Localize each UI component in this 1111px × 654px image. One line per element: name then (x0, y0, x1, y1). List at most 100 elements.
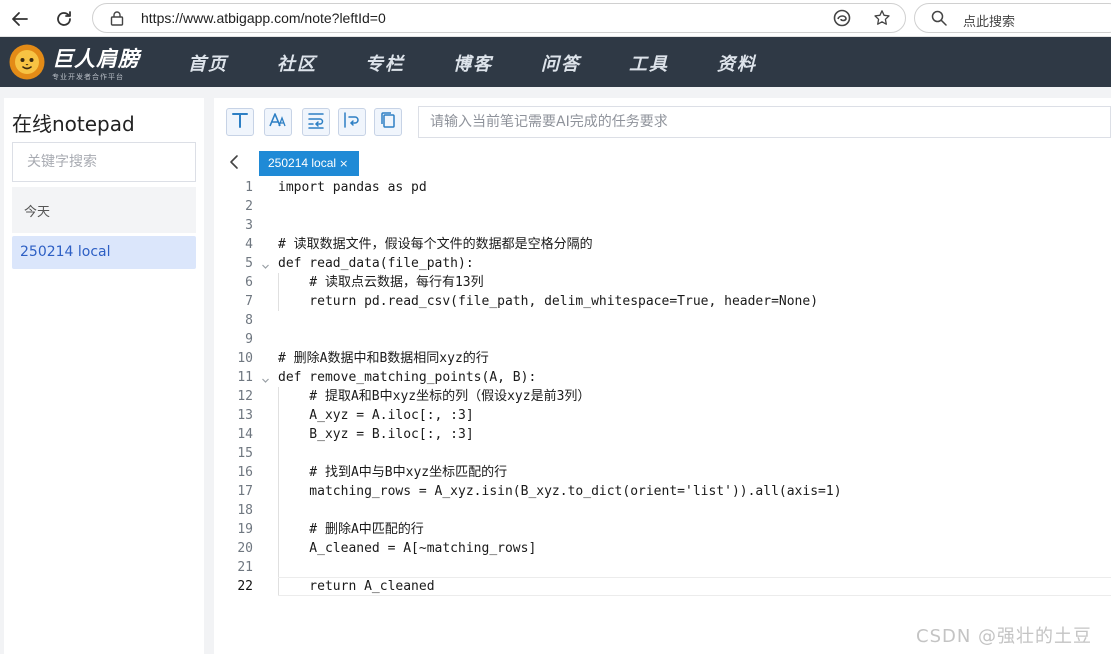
code-text: B_xyz = B.iloc[:, :3] (278, 427, 474, 442)
copy-icon (378, 110, 398, 134)
code-line[interactable]: 3 (214, 216, 1111, 235)
tab-note[interactable]: 250214 local × (259, 151, 359, 176)
logo-tagline: 专业开发者合作平台 (52, 73, 124, 81)
watermark: CSDN @强壮的土豆 (916, 626, 1093, 647)
code-text: A_xyz = A.iloc[:, :3] (278, 408, 474, 423)
nav-home[interactable]: 首页 (188, 50, 228, 76)
code-line[interactable]: 2 (214, 197, 1111, 216)
fold-chevron-icon[interactable] (261, 372, 270, 383)
code-line[interactable]: 20 A_cleaned = A[~matching_rows] (214, 539, 1111, 558)
code-line[interactable]: 13 A_xyz = A.iloc[:, :3] (214, 406, 1111, 425)
browser-toolbar: https://www.atbigapp.com/note?leftId=0 点… (0, 0, 1111, 37)
line-number: 4 (245, 237, 253, 252)
code-line[interactable]: 22 return A_cleaned (214, 577, 1111, 596)
chevron-left-icon[interactable] (226, 153, 242, 171)
line-number: 15 (237, 446, 253, 461)
code-text: def read_data(file_path): (278, 256, 474, 271)
text-format-button[interactable] (226, 108, 254, 136)
code-text: # 读取点云数据，每行有13列 (278, 275, 484, 290)
url-text[interactable]: https://www.atbigapp.com/note?leftId=0 (141, 10, 386, 26)
nav-resources[interactable]: 资料 (717, 50, 757, 76)
code-text: # 删除A数据中和B数据相同xyz的行 (278, 351, 489, 366)
line-number: 18 (237, 503, 253, 518)
line-number: 17 (237, 484, 253, 499)
note-item-selected[interactable]: 250214 local (12, 236, 196, 269)
code-editor[interactable]: 1 import pandas as pd 2 3 4 # 读取数据文件，假设每个文件的数… (214, 178, 1111, 608)
browser-search-box[interactable]: 点此搜索 (914, 3, 1111, 33)
site-logo[interactable]: 巨人肩膀 专业开发者合作平台 (8, 41, 148, 83)
sidebar-title: 在线notepad (12, 112, 135, 136)
code-line[interactable]: 6 # 读取点云数据，每行有13列 (214, 273, 1111, 292)
code-text: def remove_matching_points(A, B): (278, 370, 537, 385)
keyword-search-input[interactable] (12, 142, 196, 182)
line-number: 9 (245, 332, 253, 347)
code-line[interactable]: 19 # 删除A中匹配的行 (214, 520, 1111, 539)
code-line[interactable]: 18 (214, 501, 1111, 520)
copy-button[interactable] (374, 108, 402, 136)
logo-name: 巨人肩膀 (52, 47, 140, 71)
line-number: 19 (237, 522, 253, 537)
code-text: return A_cleaned (278, 579, 435, 594)
nav-columns[interactable]: 专栏 (365, 50, 405, 76)
line-number: 10 (237, 351, 253, 366)
line-number: 3 (245, 218, 253, 233)
line-number: 13 (237, 408, 253, 423)
code-line[interactable]: 17 matching_rows = A_xyz.isin(B_xyz.to_d… (214, 482, 1111, 501)
code-text: matching_rows = A_xyz.isin(B_xyz.to_dict… (278, 484, 842, 499)
code-line[interactable]: 7 return pd.read_csv(file_path, delim_wh… (214, 292, 1111, 311)
back-icon[interactable] (7, 6, 33, 32)
search-icon (931, 10, 947, 30)
site-header: 巨人肩膀 专业开发者合作平台 首页 社区 专栏 博客 问答 工具 资料 (0, 37, 1111, 87)
code-line[interactable]: 11 def remove_matching_points(A, B): (214, 368, 1111, 387)
code-line[interactable]: 1 import pandas as pd (214, 178, 1111, 197)
line-number: 11 (237, 370, 253, 385)
nav-community[interactable]: 社区 (277, 50, 317, 76)
code-text: return pd.read_csv(file_path, delim_whit… (278, 294, 819, 309)
word-wrap-icon (306, 110, 326, 134)
refresh-icon[interactable] (51, 6, 77, 32)
search-placeholder: 点此搜索 (963, 15, 1016, 30)
text-format-icon (230, 110, 250, 134)
line-number: 8 (245, 313, 253, 328)
tab-close-icon[interactable]: × (339, 157, 348, 170)
line-number: 14 (237, 427, 253, 442)
favorite-star-icon[interactable] (873, 9, 891, 31)
code-line[interactable]: 9 (214, 330, 1111, 349)
code-text: import pandas as pd (278, 180, 427, 195)
code-line[interactable]: 8 (214, 311, 1111, 330)
notes-sidebar: 在线notepad 今天 250214 local (4, 98, 204, 654)
nav-tools[interactable]: 工具 (629, 50, 669, 76)
browser-extension-icon[interactable] (833, 9, 851, 31)
line-number: 6 (245, 275, 253, 290)
code-line[interactable]: 10 # 删除A数据中和B数据相同xyz的行 (214, 349, 1111, 368)
code-line[interactable]: 14 B_xyz = B.iloc[:, :3] (214, 425, 1111, 444)
line-number: 2 (245, 199, 253, 214)
line-wrap-button[interactable] (338, 108, 366, 136)
code-line[interactable]: 21 (214, 558, 1111, 577)
font-size-icon (268, 110, 288, 134)
line-number: 21 (237, 560, 253, 575)
code-line[interactable]: 4 # 读取数据文件，假设每个文件的数据都是空格分隔的 (214, 235, 1111, 254)
code-line[interactable]: 5 def read_data(file_path): (214, 254, 1111, 273)
code-line[interactable]: 12 # 提取A和B中xyz坐标的列（假设xyz是前3列） (214, 387, 1111, 406)
date-group-header: 今天 (12, 187, 196, 233)
code-text: # 读取数据文件，假设每个文件的数据都是空格分隔的 (278, 237, 593, 252)
line-number: 12 (237, 389, 253, 404)
font-size-button[interactable] (264, 108, 292, 136)
line-wrap-icon (342, 110, 362, 134)
code-line[interactable]: 16 # 找到A中与B中xyz坐标匹配的行 (214, 463, 1111, 482)
nav-blog[interactable]: 博客 (453, 50, 493, 76)
editor-panel: 250214 local× 1 import pandas as pd 2 3 4 # 读… (214, 98, 1111, 654)
code-line[interactable]: 15 (214, 444, 1111, 463)
address-bar[interactable]: https://www.atbigapp.com/note?leftId=0 (92, 3, 906, 33)
code-text: A_cleaned = A[~matching_rows] (278, 541, 537, 556)
word-wrap-button[interactable] (302, 108, 330, 136)
ai-task-input[interactable] (418, 106, 1111, 138)
nav-qa[interactable]: 问答 (541, 50, 581, 76)
code-text: # 找到A中与B中xyz坐标匹配的行 (278, 465, 508, 480)
lock-icon[interactable] (110, 10, 124, 30)
fold-chevron-icon[interactable] (261, 258, 270, 269)
line-number: 16 (237, 465, 253, 480)
code-text: # 提取A和B中xyz坐标的列（假设xyz是前3列） (278, 389, 591, 404)
code-text: # 删除A中匹配的行 (278, 522, 424, 537)
